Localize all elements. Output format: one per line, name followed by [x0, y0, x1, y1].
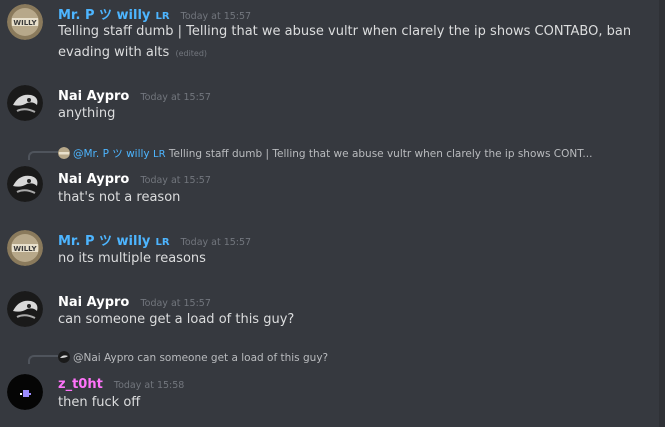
message-header: Nai Aypro Today at 15:57	[58, 291, 211, 310]
message-text: can someone get a load of this guy?	[58, 312, 295, 327]
timestamp: Today at 15:57	[140, 92, 211, 103]
username[interactable]: Nai Aypro	[58, 172, 129, 187]
timestamp: Today at 15:58	[113, 380, 185, 391]
reply-mention[interactable]: @Mr. P ツ willy	[73, 148, 150, 160]
message-header: Nai Aypro Today at 15:57	[58, 85, 211, 104]
message-text: anything	[58, 106, 116, 121]
reply-connector	[28, 151, 58, 160]
reply-preview[interactable]: @Mr. P ツ willy LR Telling staff dumb | T…	[58, 146, 592, 161]
reply-avatar-icon	[58, 351, 70, 363]
avatar-nai-aypro[interactable]	[7, 85, 43, 121]
edited-label: (edited)	[175, 49, 208, 58]
message-text: that's not a reason	[58, 190, 181, 205]
message-content: Telling staff dumb | Telling that we abu…	[58, 21, 648, 64]
username[interactable]: Nai Aypro	[58, 89, 129, 104]
avatar-nai-aypro[interactable]	[7, 291, 43, 327]
message-text: Telling staff dumb | Telling that we abu…	[58, 24, 632, 60]
user-tag: LR	[155, 237, 170, 248]
timestamp: Today at 15:57	[180, 237, 252, 248]
avatar-willy[interactable]: WILLY	[7, 230, 43, 266]
reply-avatar-icon	[58, 147, 70, 159]
reply-mention[interactable]: @Nai Aypro	[73, 352, 134, 364]
avatar-nai-aypro[interactable]	[7, 166, 43, 202]
username[interactable]: Mr. P ツ willy	[58, 234, 150, 249]
svg-text:WILLY: WILLY	[13, 19, 37, 27]
message-header: Mr. P ツ willy LR Today at 15:57	[58, 230, 251, 249]
scrollbar-track[interactable]	[659, 0, 665, 427]
reply-user-tag: LR	[153, 149, 166, 160]
reply-text: Telling staff dumb | Telling that we abu…	[168, 148, 593, 160]
reply-connector	[28, 355, 58, 364]
message-header: Nai Aypro Today at 15:57	[58, 168, 211, 187]
message-header: z_t0ht Today at 15:58	[58, 373, 184, 392]
message-text: no its multiple reasons	[58, 251, 206, 266]
reply-text: can someone get a load of this guy?	[137, 352, 329, 364]
reply-preview[interactable]: @Nai Aypro can someone get a load of thi…	[58, 351, 328, 364]
avatar-willy[interactable]: WILLY	[7, 4, 43, 40]
username[interactable]: Nai Aypro	[58, 295, 129, 310]
timestamp: Today at 15:57	[140, 175, 211, 186]
username[interactable]: z_t0ht	[58, 377, 103, 392]
timestamp: Today at 15:57	[140, 298, 211, 309]
message-text: then fuck off	[58, 395, 141, 410]
svg-text:WILLY: WILLY	[13, 245, 37, 253]
avatar-z-t0ht[interactable]	[7, 374, 43, 410]
